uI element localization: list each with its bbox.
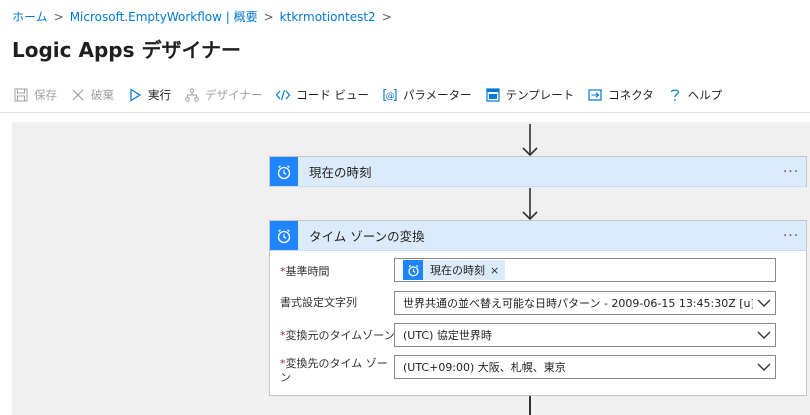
code-icon — [274, 87, 292, 103]
templates-button[interactable]: テンプレート — [484, 87, 575, 103]
token-remove-button[interactable]: × — [490, 264, 505, 277]
run-label: 実行 — [148, 88, 171, 102]
designer-label: デザイナー — [205, 88, 263, 102]
code-view-label: コード ビュー — [296, 88, 369, 102]
code-view-button[interactable]: コード ビュー — [274, 87, 369, 103]
templates-label: テンプレート — [505, 88, 575, 102]
chevron-down-icon — [753, 331, 775, 339]
source-timezone-value: (UTC) 協定世界時 — [403, 329, 492, 342]
save-label: 保存 — [34, 88, 57, 102]
breadcrumb-home[interactable]: ホーム — [12, 10, 48, 24]
parameters-icon: @ — [381, 87, 399, 103]
page-title: Logic Apps デザイナー — [12, 38, 242, 62]
flow-arrow-icon — [522, 124, 538, 157]
step-title: 現在の時刻 — [309, 165, 372, 180]
discard-button[interactable]: 破棄 — [69, 87, 114, 103]
run-button[interactable]: 実行 — [126, 87, 171, 103]
breadcrumb-separator: > — [53, 10, 64, 24]
format-string-value: 世界共通の並べ替え可能な日時パターン - 2009-06-15 13:45:30… — [403, 297, 753, 310]
breadcrumb-logicapp[interactable]: ktkrmotiontest2 — [280, 10, 376, 24]
chevron-down-icon — [753, 363, 775, 371]
discard-label: 破棄 — [91, 88, 114, 102]
destination-timezone-select[interactable]: (UTC+09:00) 大阪、札幌、東京 — [394, 355, 776, 379]
step-header[interactable]: 現在の時刻 ··· — [270, 157, 806, 187]
breadcrumb-separator: > — [263, 10, 274, 24]
help-button[interactable]: ヘルプ — [666, 87, 723, 103]
parameters-button[interactable]: @ パラメーター — [381, 87, 472, 103]
breadcrumb-separator: > — [381, 10, 392, 24]
step-convert-time-zone[interactable]: タイム ゾーンの変換 ··· *基準時間 現在の時刻 × 書式設定文字列 世界共… — [269, 220, 807, 396]
parameters-label: パラメーター — [402, 88, 472, 102]
connectors-button[interactable]: コネクタ — [586, 87, 654, 103]
source-timezone-select[interactable]: (UTC) 協定世界時 — [394, 323, 776, 347]
play-icon — [126, 87, 144, 103]
field-label-source-tz: *変換元のタイムゾーン — [280, 329, 395, 342]
flow-connector-line — [529, 396, 531, 415]
alarm-clock-icon — [270, 157, 298, 186]
format-string-select[interactable]: 世界共通の並べ替え可能な日時パターン - 2009-06-15 13:45:30… — [394, 291, 776, 315]
step-header[interactable]: タイム ゾーンの変換 ··· — [270, 221, 806, 251]
chevron-down-icon — [753, 299, 775, 307]
help-label: ヘルプ — [687, 88, 723, 102]
more-options-button[interactable]: ··· — [776, 164, 806, 180]
connectors-label: コネクタ — [608, 88, 654, 102]
template-icon — [484, 87, 502, 103]
toolbar-divider — [0, 112, 810, 113]
step-current-time[interactable]: 現在の時刻 ··· — [269, 156, 807, 187]
field-label-dest-tz: *変換先のタイム ゾーン — [280, 357, 388, 384]
breadcrumb: ホーム > Microsoft.EmptyWorkflow | 概要 > ktkrmot… — [12, 8, 398, 25]
designer-toolbar: 保存 破棄 実行 デザイナー コード ビュー @ パラメーター テンプレート コ… — [12, 85, 734, 105]
svg-text:@: @ — [385, 92, 394, 102]
alarm-clock-icon — [270, 221, 298, 250]
field-label-base-time: *基準時間 — [280, 265, 330, 278]
more-options-button[interactable]: ··· — [776, 228, 806, 244]
token-label: 現在の時刻 — [430, 264, 485, 277]
flow-arrow-icon — [522, 188, 538, 221]
alarm-clock-icon — [403, 260, 423, 280]
help-icon — [666, 87, 684, 103]
step-title: タイム ゾーンの変換 — [309, 229, 425, 244]
base-time-input[interactable]: 現在の時刻 × — [394, 258, 776, 282]
save-button[interactable]: 保存 — [12, 87, 57, 103]
designer-button[interactable]: デザイナー — [183, 87, 262, 103]
dynamic-content-token[interactable]: 現在の時刻 × — [403, 260, 506, 280]
close-icon — [69, 87, 87, 103]
workflow-icon — [183, 87, 201, 103]
save-icon — [12, 87, 30, 103]
connector-icon — [586, 87, 604, 103]
destination-timezone-value: (UTC+09:00) 大阪、札幌、東京 — [403, 361, 566, 374]
field-label-format: 書式設定文字列 — [280, 296, 357, 309]
breadcrumb-workflow[interactable]: Microsoft.EmptyWorkflow | 概要 — [70, 10, 258, 24]
